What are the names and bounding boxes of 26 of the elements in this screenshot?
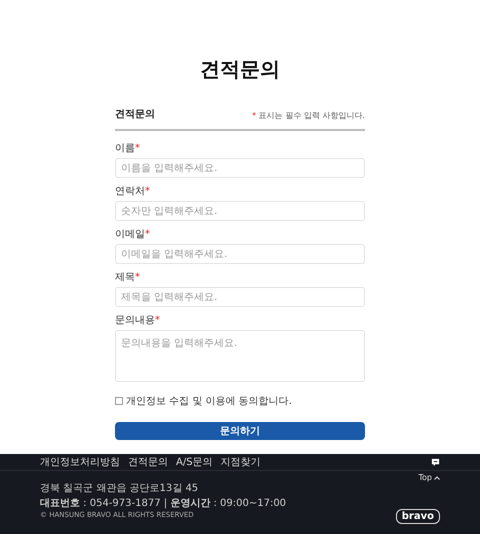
footer-link[interactable]: 개인정보처리방침 (40, 455, 120, 469)
footer-link[interactable]: 지점찾기 (220, 455, 261, 469)
field-label: 연락처* (115, 185, 151, 198)
field-label: 이메일* (115, 228, 151, 241)
chevron-up-icon (434, 476, 440, 480)
field-label: 이름* (115, 142, 141, 155)
input-field[interactable]: 숫자만 입력해주세요. (115, 201, 365, 221)
form-title: 견적문의 (115, 108, 155, 121)
contact-info: 대표번호 : 054-973-1877 | 운영시간 : 09:00~17:00 (40, 497, 286, 510)
page-title: 견적문의 (200, 56, 280, 83)
required-note: * 표시는 필수 입력 사항입니다. (252, 110, 365, 121)
chat-icon[interactable] (431, 458, 440, 466)
input-field[interactable]: 제목을 입력해주세요. (115, 287, 365, 307)
address: 경북 칠곡군 왜관읍 공단로13길 45 (40, 482, 200, 495)
input-field[interactable]: 이름을 입력해주세요. (115, 158, 365, 178)
field-label: 문의내용* (115, 314, 161, 327)
footer-link[interactable]: 견적문의 (128, 455, 168, 469)
message-field[interactable]: 문의내용을 입력해주세요. (115, 330, 365, 382)
consent-checkbox[interactable] (115, 397, 123, 405)
field-label: 제목* (115, 271, 141, 284)
submit-button[interactable]: 문의하기 (115, 422, 365, 440)
input-field[interactable]: 이메일을 입력해주세요. (115, 244, 365, 264)
footer-link[interactable]: A/S문의 (176, 455, 213, 469)
top-link[interactable]: Top (418, 473, 440, 482)
logo: bravo (396, 509, 440, 524)
consent-label: 개인정보 수집 및 이용에 동의합니다. (126, 395, 292, 408)
